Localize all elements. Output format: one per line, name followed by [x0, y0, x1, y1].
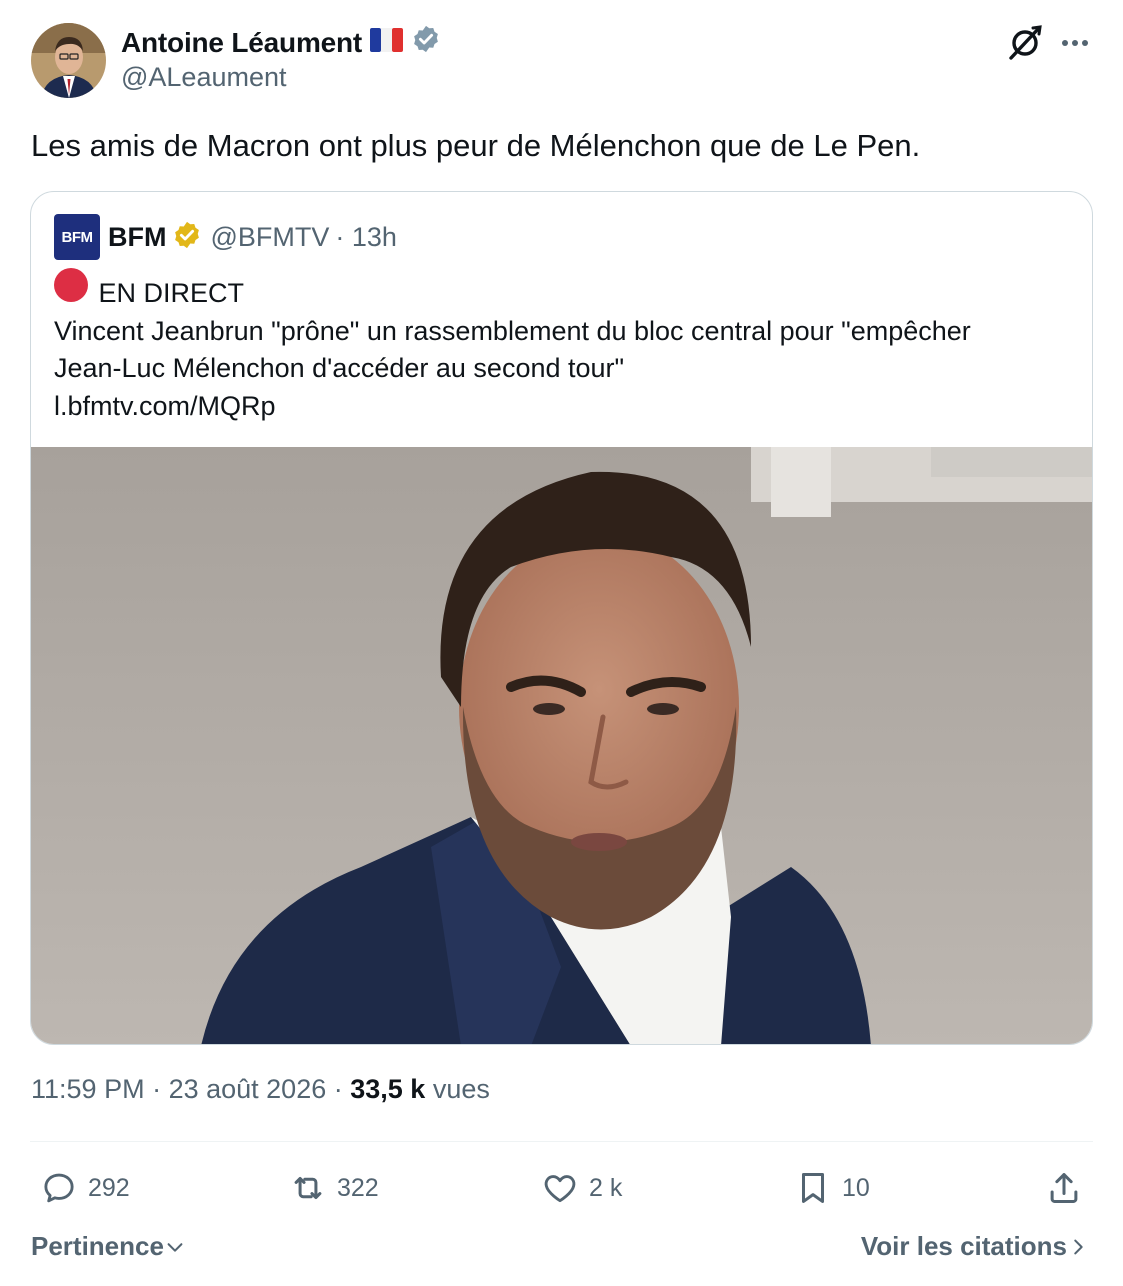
quoted-text-line-2: Jean-Luc Mélenchon d'accéder au second t…	[54, 353, 625, 383]
repost-count: 322	[337, 1173, 379, 1202]
quoted-author-name[interactable]: BFM	[108, 222, 166, 253]
view-quotes-label: Voir les citations	[860, 1231, 1067, 1261]
sort-dropdown[interactable]: Pertinence	[31, 1231, 186, 1262]
reply-icon	[44, 1173, 74, 1203]
like-count: 2 k	[589, 1173, 623, 1202]
flag-icon	[370, 27, 404, 59]
grok-icon[interactable]	[1006, 24, 1044, 62]
views-count: 33,5 k	[350, 1074, 426, 1104]
live-label: EN DIRECT	[98, 278, 245, 308]
bookmark-count: 10	[842, 1173, 870, 1202]
quoted-author-handle: @BFMTV	[210, 221, 330, 252]
share-button[interactable]	[1045, 1168, 1093, 1208]
view-quotes-link[interactable]: Voir les citations	[861, 1231, 1089, 1262]
reply-button[interactable]: 292	[40, 1168, 130, 1208]
bookmark-button[interactable]: 10	[794, 1168, 870, 1208]
author-display-name[interactable]: Antoine Léaument	[121, 27, 362, 59]
author-handle[interactable]: @ALeaument	[121, 62, 287, 93]
tweet-meta: 11:59 PM · 23 août 2026 · 33,5 k vues	[31, 1074, 490, 1105]
quoted-text-line-1: Vincent Jeanbrun "prône" un rassemblemen…	[54, 315, 971, 346]
quoted-tweet[interactable]: BFM BFM @BFMTV · 13h EN DIRECT Vincent J…	[30, 191, 1093, 1045]
tweet-time[interactable]: 11:59 PM	[31, 1074, 145, 1104]
quoted-link[interactable]: l.bfmtv.com/MQRp	[54, 388, 1074, 426]
verified-badge-icon	[411, 24, 441, 61]
repost-icon	[294, 1176, 322, 1200]
meta-separator: ·	[144, 1074, 169, 1104]
heart-icon	[544, 1175, 576, 1203]
chevron-right-icon	[1074, 1239, 1083, 1254]
bookmark-icon	[801, 1173, 825, 1203]
more-options-icon[interactable]	[1058, 26, 1092, 60]
gold-verified-badge-icon	[172, 220, 202, 255]
like-button[interactable]: 2 k	[541, 1168, 622, 1208]
quoted-tweet-header: BFM BFM @BFMTV · 13h	[54, 214, 397, 260]
author-name-row[interactable]: Antoine Léaument	[121, 24, 441, 61]
tweet-card: Antoine Léaument @ALeaument Les amis de …	[0, 0, 1123, 1286]
sort-label: Pertinence	[31, 1231, 164, 1261]
tweet-text: Les amis de Macron ont plus peur de Méle…	[31, 128, 921, 163]
divider	[30, 1141, 1093, 1142]
meta-separator: ·	[326, 1074, 351, 1104]
bfm-logo-avatar[interactable]: BFM	[54, 214, 100, 260]
quoted-tweet-text: EN DIRECT Vincent Jeanbrun "prône" un ra…	[54, 268, 1074, 425]
quoted-timestamp: · 13h	[335, 221, 397, 252]
reply-count: 292	[88, 1173, 130, 1202]
author-avatar[interactable]	[31, 23, 106, 98]
chevron-down-icon	[167, 1242, 183, 1252]
views-label: vues	[425, 1074, 490, 1104]
live-line: EN DIRECT	[54, 268, 1074, 313]
repost-button[interactable]: 322	[289, 1168, 379, 1208]
quoted-photo[interactable]	[31, 447, 1092, 1044]
share-icon	[1050, 1173, 1078, 1203]
red-circle-icon	[54, 268, 88, 302]
tweet-date[interactable]: 23 août 2026	[169, 1074, 327, 1104]
